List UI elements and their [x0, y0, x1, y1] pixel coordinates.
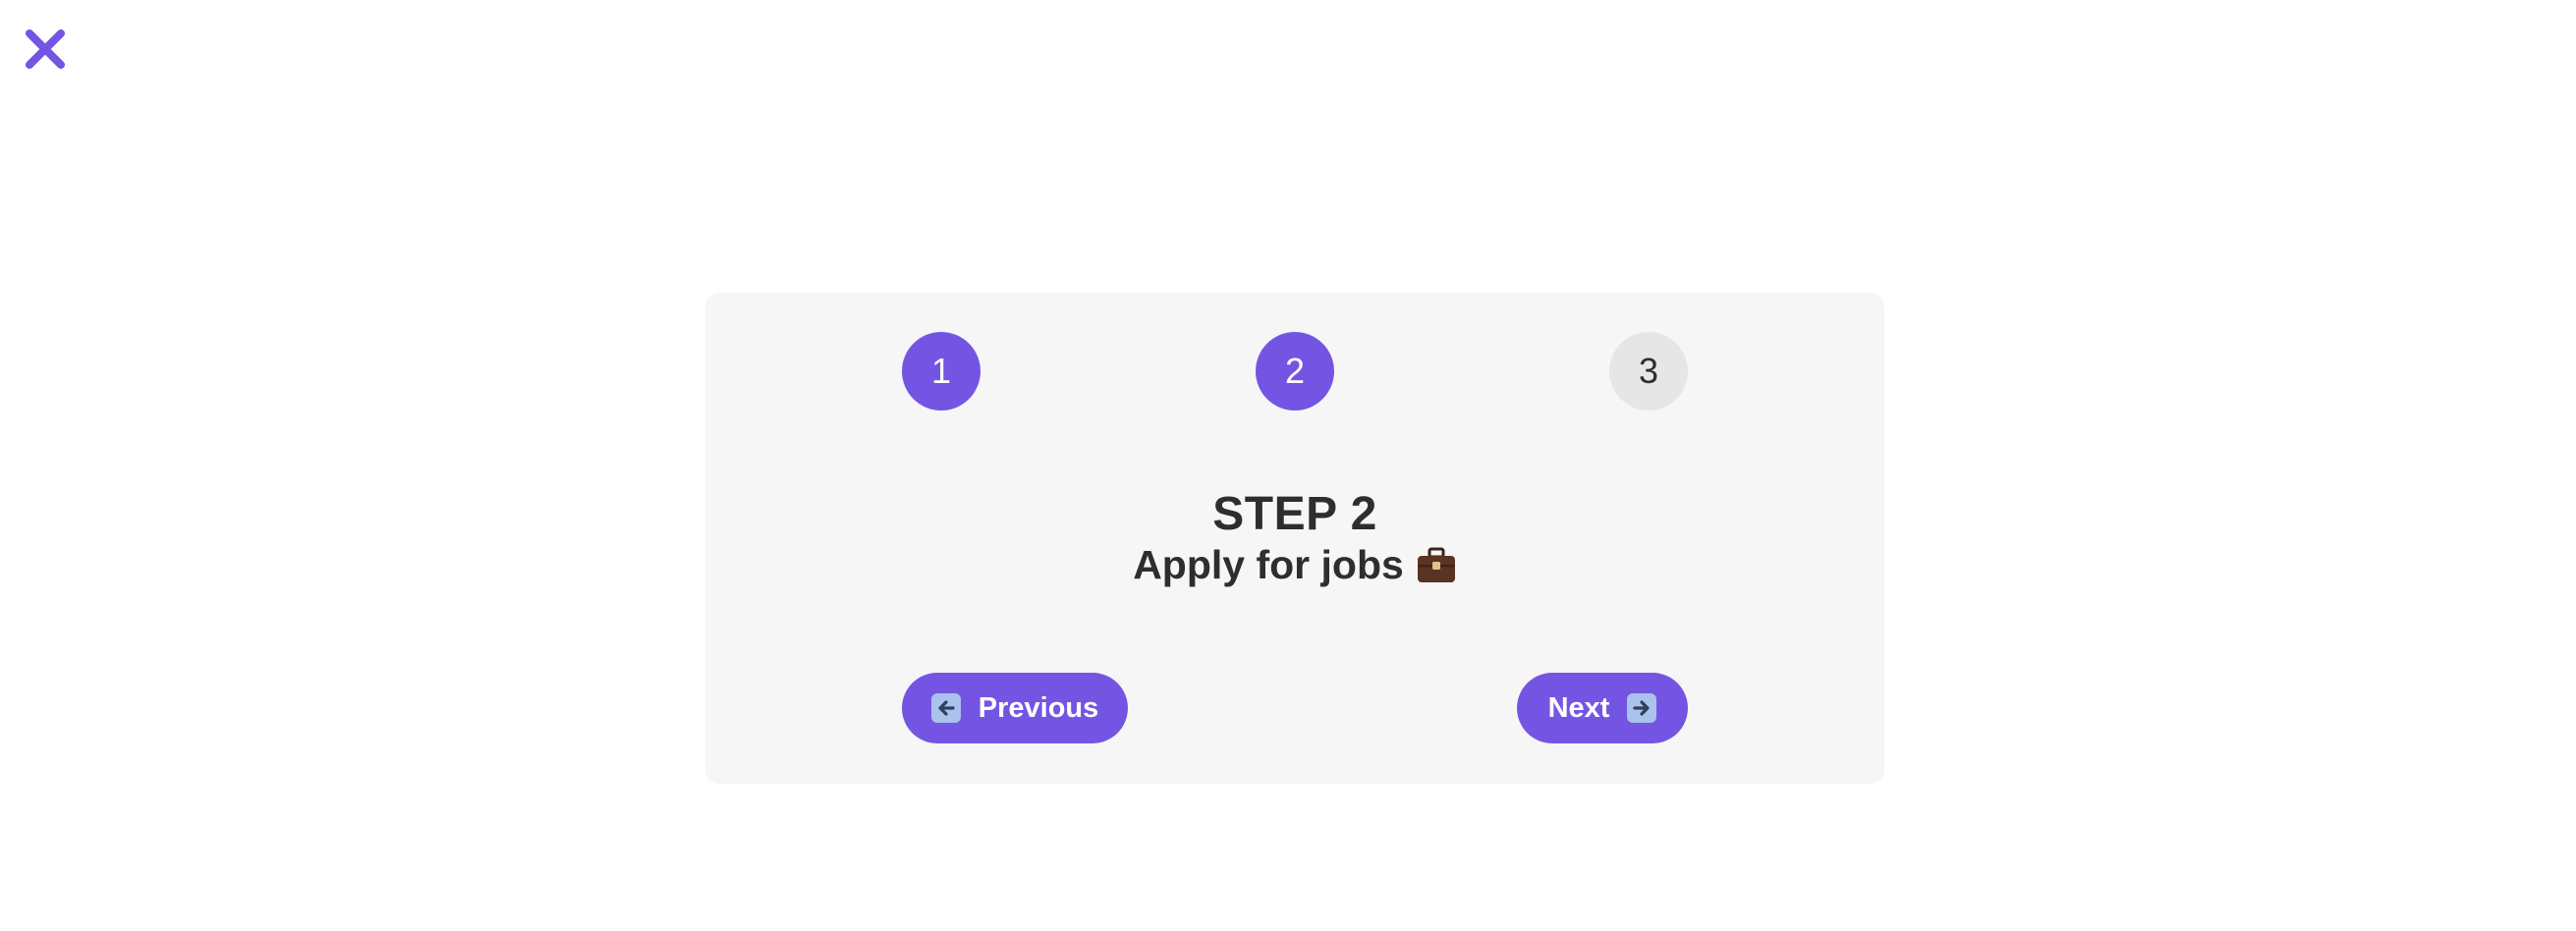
stepper: 1 2 3: [705, 332, 1884, 411]
briefcase-icon: [1416, 547, 1457, 584]
close-icon: [26, 29, 65, 69]
next-label: Next: [1547, 691, 1610, 724]
onboarding-card: 1 2 3 STEP 2 Apply for jobs Previous Nex…: [705, 293, 1884, 784]
step-number: 2: [1284, 351, 1306, 391]
close-button[interactable]: [24, 27, 67, 71]
previous-label: Previous: [978, 691, 1099, 724]
step-3-indicator[interactable]: 3: [1609, 332, 1688, 411]
step-subtitle: Apply for jobs: [705, 542, 1884, 588]
next-button[interactable]: Next: [1517, 673, 1688, 743]
step-2-indicator[interactable]: 2: [1256, 332, 1334, 411]
left-arrow-icon: [930, 693, 961, 723]
step-number: 3: [1638, 351, 1659, 391]
step-title: STEP 2: [1212, 488, 1377, 540]
step-number: 1: [930, 351, 952, 391]
right-arrow-icon: [1627, 693, 1657, 723]
step-1-indicator[interactable]: 1: [902, 332, 980, 411]
previous-button[interactable]: Previous: [902, 673, 1128, 743]
step-subtitle-text: Apply for jobs: [1133, 542, 1404, 587]
